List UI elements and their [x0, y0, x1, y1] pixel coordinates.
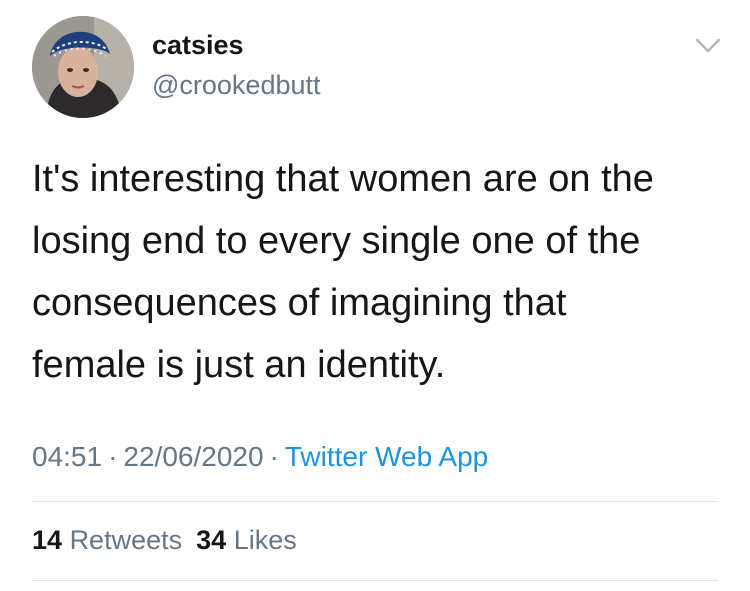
display-name[interactable]: catsies [152, 30, 244, 61]
meta-separator: · [108, 441, 118, 472]
likes-stat[interactable]: 34 Likes [196, 525, 297, 555]
tweet-text: It's interesting that women are on the l… [32, 158, 654, 386]
engagement-stats: 14 Retweets 34 Likes [32, 525, 297, 556]
divider [32, 580, 718, 581]
avatar[interactable] [32, 16, 134, 118]
likes-label: Likes [233, 525, 297, 555]
retweets-count: 14 [32, 525, 63, 555]
user-handle[interactable]: @crookedbutt [152, 70, 321, 101]
meta-separator: · [269, 441, 279, 472]
divider [32, 501, 718, 502]
retweets-label: Retweets [69, 525, 183, 555]
likes-count: 34 [196, 525, 227, 555]
profile-photo-icon [32, 16, 134, 118]
tweet-meta: 04:51 · 22/06/2020 · Twitter Web App [32, 441, 488, 473]
retweets-stat[interactable]: 14 Retweets [32, 525, 182, 555]
tweet-source-link[interactable]: Twitter Web App [285, 441, 488, 472]
chevron-down-icon[interactable] [693, 34, 723, 58]
tweet-time[interactable]: 04:51 [32, 441, 102, 472]
tweet-date[interactable]: 22/06/2020 [123, 441, 263, 472]
